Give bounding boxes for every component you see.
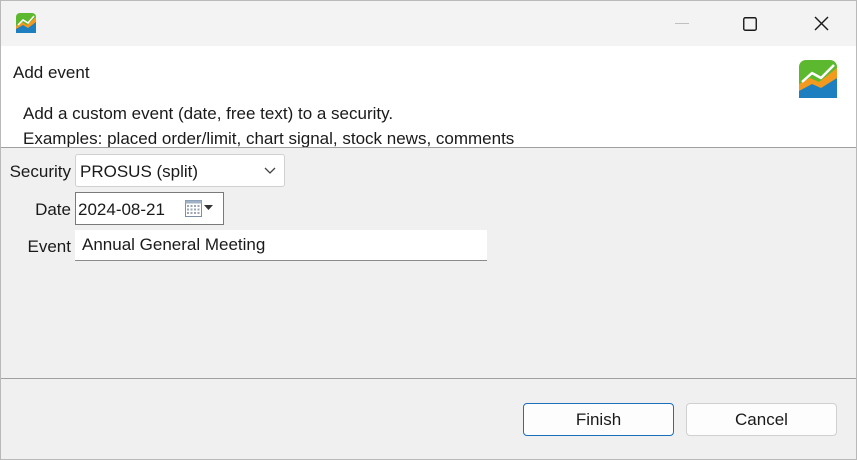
close-button[interactable] — [786, 1, 856, 46]
portfolio-chart-icon — [16, 13, 36, 33]
title-bar[interactable] — [1, 1, 856, 46]
close-icon — [814, 16, 828, 31]
date-value: 2024-08-21 — [78, 200, 165, 219]
dropdown-arrow-icon[interactable] — [204, 205, 213, 211]
add-event-dialog: Add event Add a custom event (date, free… — [0, 0, 857, 460]
chevron-down-icon — [264, 167, 276, 174]
dialog-title: Add event — [13, 63, 90, 82]
portfolio-chart-icon — [799, 60, 837, 98]
minimize-button[interactable] — [647, 1, 717, 46]
description-line-1: Add a custom event (date, free text) to … — [23, 104, 394, 123]
event-text-field[interactable] — [75, 230, 487, 261]
maximize-icon — [743, 16, 757, 31]
event-label: Event — [27, 237, 71, 256]
cancel-button[interactable]: Cancel — [686, 403, 837, 436]
security-label: Security — [9, 162, 71, 181]
date-picker[interactable]: 2024-08-21 — [75, 192, 224, 225]
dialog-description: Add a custom event (date, free text) to … — [23, 101, 514, 151]
date-label: Date — [35, 200, 71, 219]
footer-separator — [1, 378, 856, 379]
calendar-icon[interactable] — [185, 200, 202, 217]
dialog-header: Add event Add a custom event (date, free… — [1, 46, 856, 148]
header-separator — [1, 147, 856, 148]
finish-button[interactable]: Finish — [523, 403, 674, 436]
minimize-icon — [675, 22, 689, 24]
security-dropdown[interactable]: PROSUS (split) — [75, 154, 285, 187]
maximize-button[interactable] — [715, 1, 785, 46]
security-value: PROSUS (split) — [80, 162, 199, 181]
